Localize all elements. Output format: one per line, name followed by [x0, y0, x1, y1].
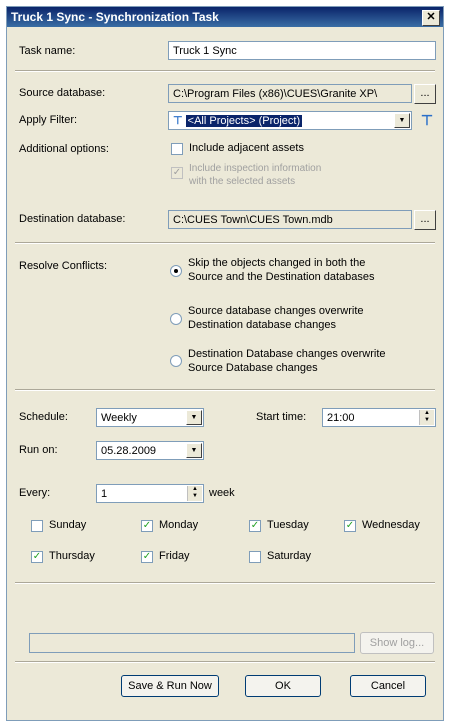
- saturday-label: Saturday: [267, 550, 312, 562]
- every-unit-label: week: [209, 487, 235, 499]
- schedule-label: Schedule:: [19, 411, 68, 423]
- resolve-skip-label-2: Source and the Destination databases: [188, 271, 375, 283]
- run-on-value: 05.28.2009: [101, 445, 157, 457]
- filter-icon: ⊤: [173, 115, 183, 127]
- resolve-source-label-1: Source database changes overwrite: [188, 305, 364, 317]
- apply-filter-value: <All Projects> (Project): [185, 115, 303, 127]
- resolve-skip-radio[interactable]: [170, 265, 182, 277]
- schedule-select[interactable]: Weekly ▼: [96, 408, 204, 427]
- title-bar: Truck 1 Sync - Synchronization Task ✕: [7, 7, 443, 27]
- spin-arrows-icon[interactable]: ▲ ▼: [187, 486, 202, 501]
- window-title: Truck 1 Sync - Synchronization Task: [11, 10, 219, 24]
- resolve-dest-overwrite-radio[interactable]: [170, 355, 182, 367]
- every-label: Every:: [19, 487, 51, 499]
- schedule-value: Weekly: [101, 412, 137, 424]
- task-name-label: Task name:: [19, 45, 76, 57]
- resolve-source-label-2: Destination database changes: [188, 319, 336, 331]
- run-on-label: Run on:: [19, 444, 58, 456]
- monday-label: Monday: [159, 519, 199, 531]
- dest-db-field: C:\CUES Town\CUES Town.mdb: [168, 210, 412, 229]
- resolve-skip-label-1: Skip the objects changed in both the: [188, 257, 366, 269]
- resolve-dest-label-1: Destination Database changes overwrite: [188, 348, 386, 360]
- monday-checkbox[interactable]: ✓: [141, 520, 153, 532]
- divider: [15, 70, 435, 72]
- include-inspection-label-2: with the selected assets: [189, 176, 296, 187]
- thursday-checkbox[interactable]: ✓: [31, 551, 43, 563]
- include-inspection-label-1: Include inspection information: [189, 163, 322, 174]
- close-icon: ✕: [426, 11, 436, 23]
- chevron-down-icon[interactable]: ▼: [186, 443, 202, 458]
- tuesday-label: Tuesday: [267, 519, 309, 531]
- divider: [15, 242, 435, 244]
- cancel-button[interactable]: Cancel: [350, 675, 426, 697]
- every-value: 1: [101, 488, 108, 500]
- run-on-date-picker[interactable]: 05.28.2009 ▼: [96, 441, 204, 460]
- divider: [15, 582, 435, 584]
- apply-filter-select[interactable]: ⊤ <All Projects> (Project) ▼: [168, 111, 412, 130]
- task-name-input[interactable]: Truck 1 Sync: [168, 41, 436, 60]
- source-db-browse-button[interactable]: ...: [414, 84, 436, 104]
- divider: [15, 389, 435, 391]
- include-adjacent-checkbox[interactable]: [171, 143, 183, 155]
- friday-label: Friday: [159, 550, 190, 562]
- sunday-label: Sunday: [49, 519, 87, 531]
- source-db-field: C:\Program Files (x86)\CUES\Granite XP\: [168, 84, 412, 103]
- tuesday-checkbox[interactable]: ✓: [249, 520, 261, 532]
- wednesday-checkbox[interactable]: ✓: [344, 520, 356, 532]
- chevron-down-icon[interactable]: ▼: [394, 113, 410, 128]
- start-time-input[interactable]: 21:00 ▲ ▼: [322, 408, 436, 427]
- dest-db-browse-button[interactable]: ...: [414, 210, 436, 230]
- dest-db-label: Destination database:: [19, 213, 126, 225]
- include-inspection-checkbox: ✓: [171, 167, 183, 179]
- start-time-value: 21:00: [327, 412, 355, 424]
- saturday-checkbox[interactable]: [249, 551, 261, 563]
- additional-options-label: Additional options:: [19, 143, 109, 155]
- start-time-label: Start time:: [256, 411, 307, 423]
- sunday-checkbox[interactable]: [31, 520, 43, 532]
- thursday-label: Thursday: [49, 550, 95, 562]
- every-input[interactable]: 1 ▲ ▼: [96, 484, 204, 503]
- progress-bar: [29, 633, 355, 653]
- close-button[interactable]: ✕: [422, 10, 440, 26]
- wednesday-label: Wednesday: [362, 519, 420, 531]
- include-adjacent-label: Include adjacent assets: [189, 142, 304, 154]
- chevron-down-icon[interactable]: ▼: [186, 410, 202, 425]
- sync-task-dialog: Truck 1 Sync - Synchronization Task ✕ Ta…: [6, 6, 444, 721]
- friday-checkbox[interactable]: ✓: [141, 551, 153, 563]
- spin-arrows-icon[interactable]: ▲ ▼: [419, 410, 434, 425]
- resolve-dest-label-2: Source Database changes: [188, 362, 318, 374]
- source-db-label: Source database:: [19, 87, 106, 99]
- divider: [15, 661, 435, 663]
- apply-filter-label: Apply Filter:: [19, 114, 78, 126]
- resolve-conflicts-label: Resolve Conflicts:: [19, 260, 108, 272]
- filter-settings-icon[interactable]: ⊤: [419, 111, 435, 129]
- resolve-source-overwrite-radio[interactable]: [170, 313, 182, 325]
- show-log-button[interactable]: Show log...: [360, 632, 434, 654]
- save-run-now-button[interactable]: Save & Run Now: [121, 675, 219, 697]
- ok-button[interactable]: OK: [245, 675, 321, 697]
